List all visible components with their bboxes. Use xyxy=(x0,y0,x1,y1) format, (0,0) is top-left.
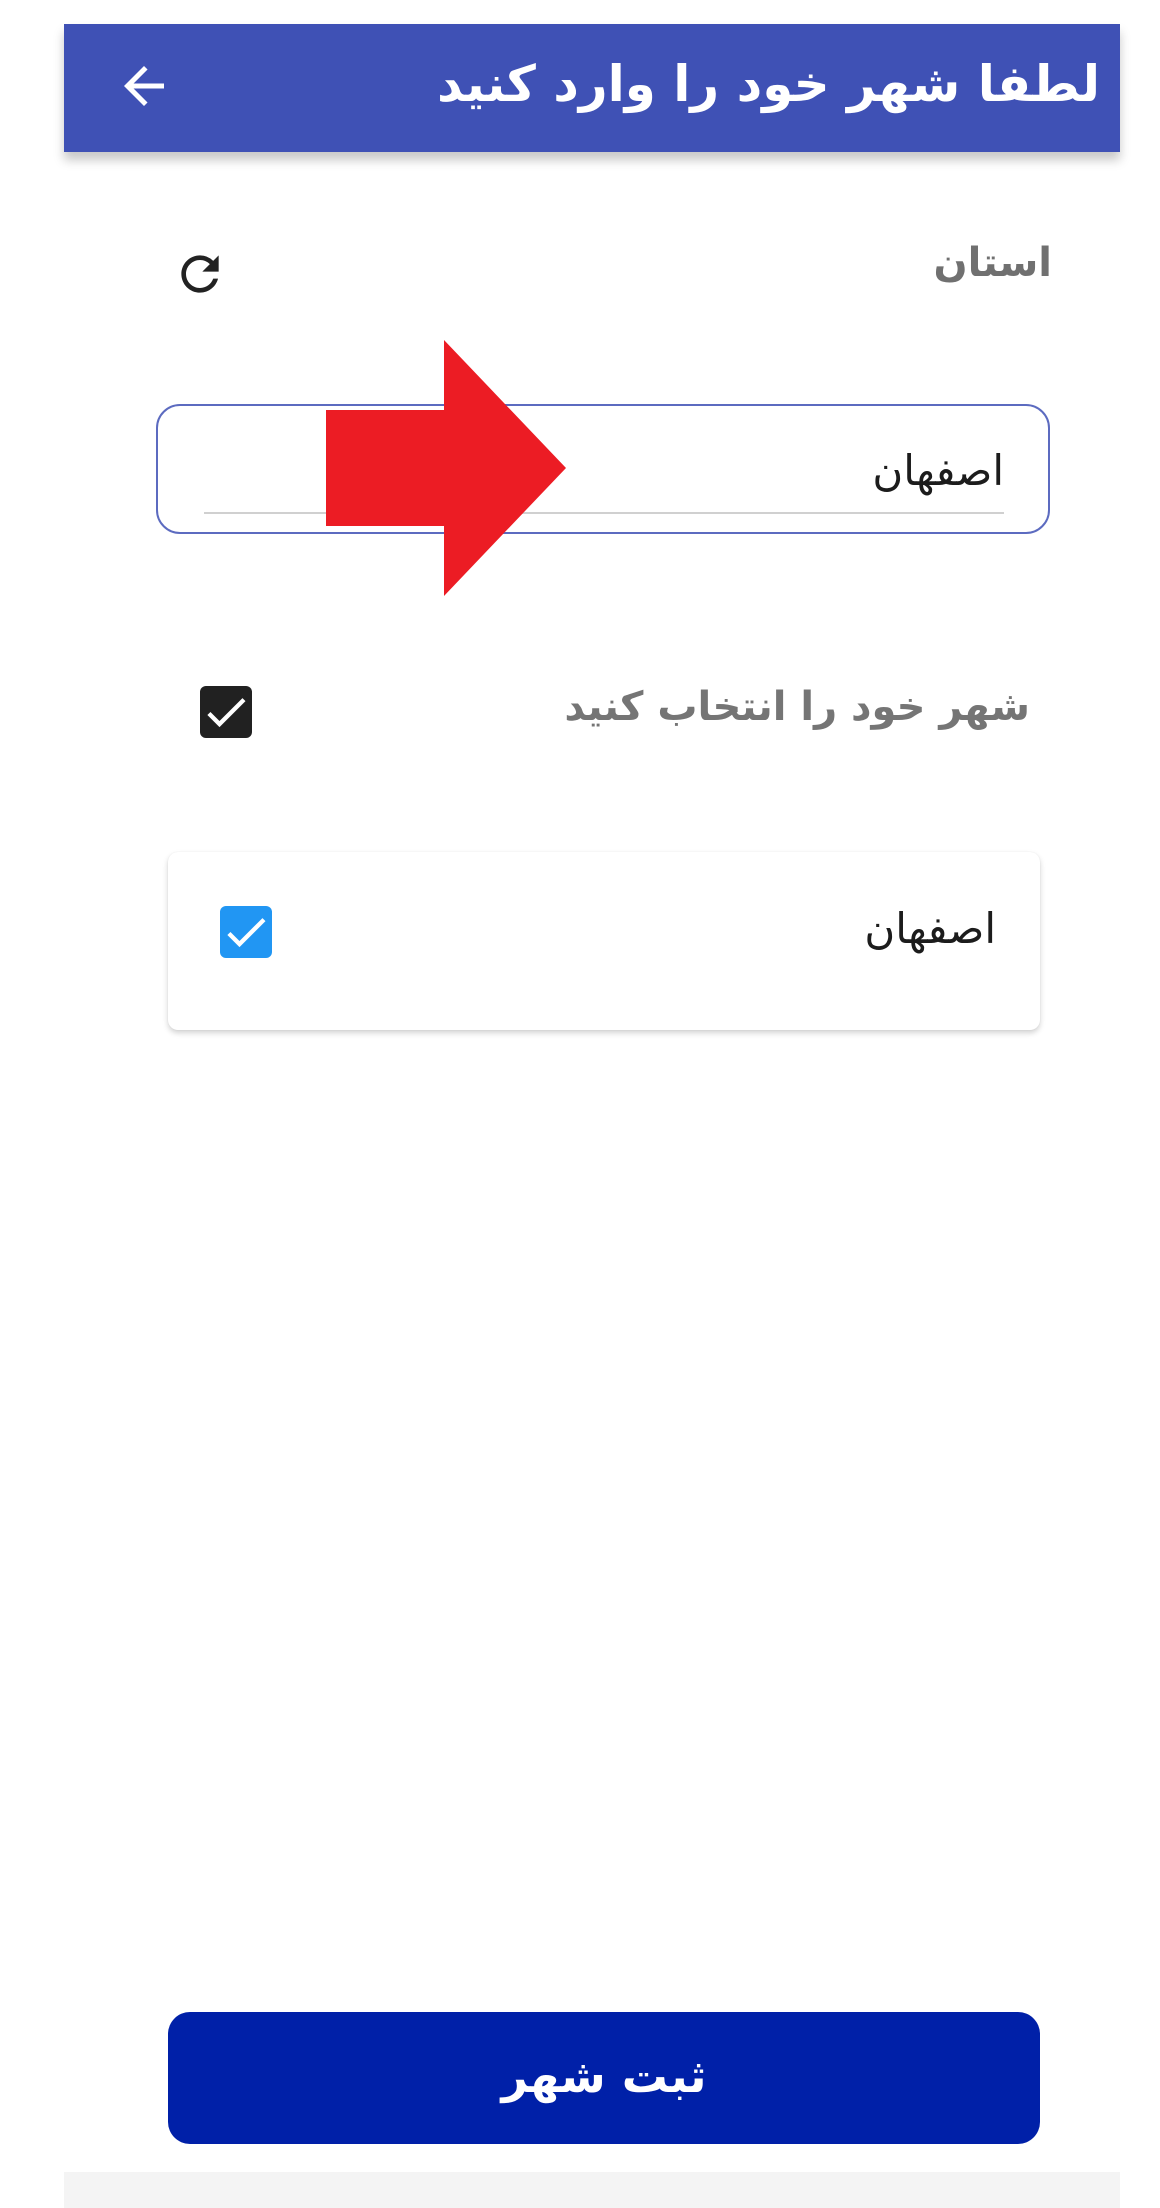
select-all-checkbox[interactable] xyxy=(200,686,252,738)
bottom-strip xyxy=(64,2172,1120,2208)
province-select[interactable]: اصفهان xyxy=(156,404,1050,534)
city-checkbox[interactable] xyxy=(220,906,272,958)
province-value: اصفهان xyxy=(872,446,1004,495)
refresh-icon xyxy=(181,255,219,293)
red-arrow-annotation-icon xyxy=(326,340,566,596)
check-icon xyxy=(207,698,246,728)
screen: لطفا شهر خود را وارد کنید استان اصفهان ش… xyxy=(0,0,1160,2208)
field-underline xyxy=(204,512,1004,514)
submit-city-button[interactable]: ثبت شهر xyxy=(168,2012,1040,2144)
city-name: اصفهان xyxy=(864,904,996,953)
check-icon xyxy=(227,918,266,948)
province-label: استان xyxy=(933,240,1052,286)
back-button[interactable] xyxy=(114,56,174,116)
arrow-left-icon xyxy=(124,66,164,106)
city-list-item[interactable]: اصفهان xyxy=(168,852,1040,1030)
page-title: لطفا شهر خود را وارد کنید xyxy=(437,55,1100,113)
refresh-button[interactable] xyxy=(172,246,228,302)
city-select-label: شهر خود را انتخاب کنید xyxy=(564,684,1030,730)
app-bar: لطفا شهر خود را وارد کنید xyxy=(64,24,1120,152)
